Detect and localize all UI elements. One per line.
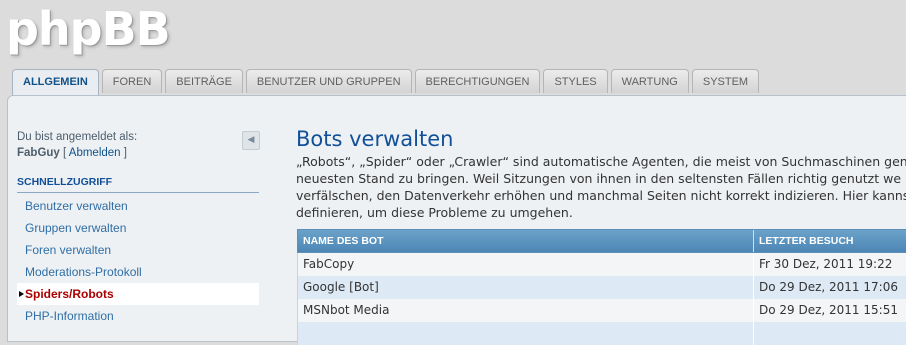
menu-item-moderations-protokoll[interactable]: Moderations-Protokoll [17,261,259,283]
bot-name-cell: Google [Bot] [298,276,754,299]
logout-bracket-close: ] [120,147,127,159]
last-visit-cell [754,322,906,345]
table-row[interactable]: Google [Bot] Do 29 Dez, 2011 17:06 [297,276,906,299]
menu-item-foren-verwalten[interactable]: Foren verwalten [17,239,259,261]
bot-name-cell [298,322,754,345]
table-row[interactable] [297,322,906,345]
last-visit-cell: Do 29 Dez, 2011 17:06 [759,280,898,294]
tab-wartung[interactable]: WARTUNG [610,69,689,93]
page-description: „Robots“, „Spider“ oder „Crawler“ sind a… [296,153,906,221]
tab-system[interactable]: SYSTEM [691,69,760,93]
column-header-last-visit: LETZTER BESUCH [759,235,854,247]
collapse-sidebar-icon[interactable]: ◀ [242,131,260,150]
bot-name-cell: FabCopy [298,253,754,276]
logged-in-label: Du bist angemeldet als: [17,131,138,143]
main-tabs: ALLGEMEIN FOREN BEITRÄGE BENUTZER UND GR… [12,69,760,96]
tab-styles[interactable]: STYLES [543,69,608,93]
column-header-bot-name: NAME DES BOT [298,230,754,252]
menu-item-benutzer-verwalten[interactable]: Benutzer verwalten [17,195,259,217]
tab-foren[interactable]: FOREN [101,69,163,93]
description-line: verfälschen, den Datenverkehr erhöhen un… [296,188,906,203]
table-header: NAME DES BOT LETZTER BESUCH [297,229,906,253]
user-info: Du bist angemeldet als: FabGuy [ Abmelde… [17,129,137,161]
username[interactable]: FabGuy [17,147,60,159]
tab-berechtigungen[interactable]: BERECHTIGUNGEN [414,69,541,93]
page-title: Bots verwalten [296,127,454,151]
tab-beitraege[interactable]: BEITRÄGE [165,69,243,93]
description-line: definieren, um diese Probleme zu umgehen… [296,205,573,220]
phpbb-logo: phpBB [6,2,171,56]
user-line: FabGuy [ Abmelden ] [17,145,137,161]
quick-access-menu: Benutzer verwalten Gruppen verwalten For… [17,195,259,327]
menu-item-gruppen-verwalten[interactable]: Gruppen verwalten [17,217,259,239]
last-visit-cell: Do 29 Dez, 2011 15:51 [759,303,898,317]
tab-benutzer-und-gruppen[interactable]: BENUTZER UND GRUPPEN [245,69,412,93]
logout-link[interactable]: Abmelden [69,147,121,159]
bots-table: NAME DES BOT LETZTER BESUCH FabCopy Fr 3… [297,229,906,345]
description-line: „Robots“, „Spider“ oder „Crawler“ sind a… [296,154,906,169]
last-visit-cell: Fr 30 Dez, 2011 19:22 [759,257,893,271]
bot-name-cell: MSNbot Media [298,299,754,322]
quick-access-heading: SCHNELLZUGRIFF [17,176,259,193]
menu-item-spiders-robots[interactable]: Spiders/Robots [17,283,259,305]
table-row[interactable]: MSNbot Media Do 29 Dez, 2011 15:51 [297,299,906,322]
tab-allgemein[interactable]: ALLGEMEIN [12,69,99,96]
table-row[interactable]: FabCopy Fr 30 Dez, 2011 19:22 [297,253,906,276]
menu-item-php-information[interactable]: PHP-Information [17,305,259,327]
description-line: neuesten Stand zu bringen. Weil Sitzunge… [296,171,902,186]
